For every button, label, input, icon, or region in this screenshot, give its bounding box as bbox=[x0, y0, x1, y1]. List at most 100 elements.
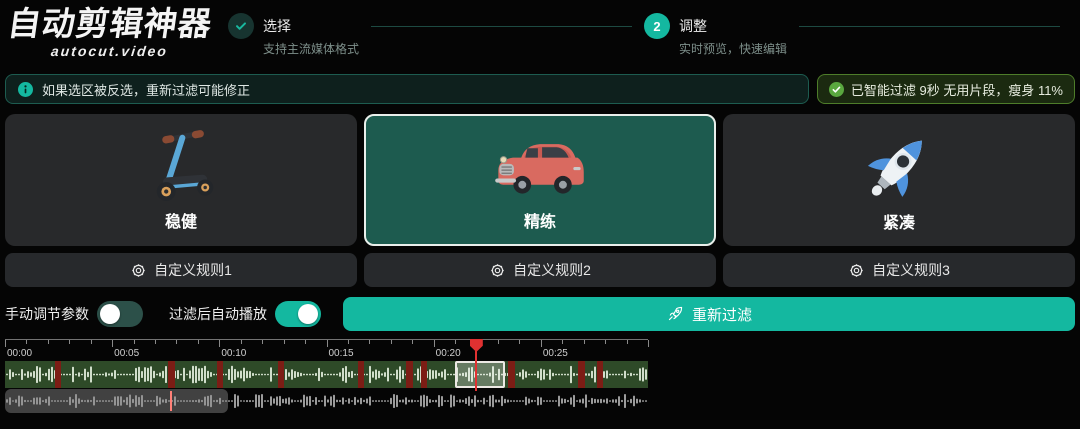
step-2-label: 调整 bbox=[679, 18, 707, 34]
preset-card-compact[interactable]: 紧凑 bbox=[723, 114, 1075, 246]
ruler-tick-label: 00:10 bbox=[221, 348, 247, 359]
ruler-tick bbox=[540, 340, 542, 347]
ruler-tick-label: 00:25 bbox=[542, 348, 568, 359]
rule-label: 自定义规则2 bbox=[513, 262, 591, 278]
ruler-tick bbox=[519, 340, 521, 344]
step-2-number: 2 bbox=[644, 13, 670, 39]
step-1-sublabel: 支持主流媒体格式 bbox=[263, 42, 360, 56]
gear-icon bbox=[850, 263, 863, 277]
preset-label: 紧凑 bbox=[882, 215, 915, 232]
custom-rule-button-2[interactable]: 自定义规则2 bbox=[364, 253, 716, 287]
cut-segment bbox=[507, 361, 515, 388]
timeline-ruler[interactable]: 00:00 00:05 00:10 00:15 00:20 00:25 bbox=[5, 339, 649, 361]
rule-label: 自定义规则1 bbox=[154, 262, 232, 278]
cut-segment bbox=[278, 361, 285, 388]
ruler-tick bbox=[562, 340, 564, 344]
ruler-tick bbox=[5, 340, 6, 347]
overview-track[interactable] bbox=[5, 389, 648, 413]
cut-segment bbox=[577, 361, 585, 388]
notice-bar: 如果选区被反选，重新过滤可能修正 bbox=[5, 74, 809, 104]
info-row: 如果选区被反选，重新过滤可能修正 已智能过滤 9秒 无用片段，瘦身 11% bbox=[5, 74, 1075, 104]
step-indicator: 选择 支持主流媒体格式 2 调整 实时预览，快速编辑 bbox=[228, 6, 1072, 70]
manual-toggle[interactable] bbox=[97, 301, 143, 327]
preset-label: 精练 bbox=[523, 214, 556, 231]
playhead-line bbox=[475, 351, 478, 391]
manual-toggle-label: 手动调节参数 bbox=[5, 306, 89, 322]
custom-rule-button-3[interactable]: 自定义规则3 bbox=[723, 253, 1075, 287]
overview-playhead bbox=[170, 391, 173, 411]
refilter-button[interactable]: 重新过滤 bbox=[343, 297, 1075, 331]
ruler-tick bbox=[155, 340, 157, 344]
cut-segment bbox=[358, 361, 365, 388]
ruler-tick bbox=[412, 340, 414, 344]
ruler-tick bbox=[433, 340, 435, 347]
ruler-tick bbox=[390, 340, 392, 344]
ruler-tick-label: 00:20 bbox=[435, 348, 461, 359]
ruler-tick bbox=[133, 340, 135, 344]
rule-label: 自定义规则3 bbox=[872, 262, 950, 278]
autoplay-toggle-group: 过滤后自动播放 bbox=[169, 301, 321, 327]
ruler-tick bbox=[305, 340, 307, 344]
toggle-knob bbox=[298, 304, 318, 324]
ruler-tick-label: 00:05 bbox=[114, 348, 140, 359]
header: 自动剪辑神器 autocut.video 选择 支持主流媒体格式 2 调整 实时… bbox=[0, 0, 1080, 70]
preset-card-refined[interactable]: 精练 bbox=[364, 114, 716, 246]
ruler-tick bbox=[626, 340, 628, 344]
ruler-tick bbox=[583, 340, 585, 344]
cut-segment bbox=[55, 361, 62, 388]
cut-segment bbox=[421, 361, 428, 388]
gear-icon bbox=[132, 263, 145, 277]
custom-rule-button-1[interactable]: 自定义规则1 bbox=[5, 253, 357, 287]
status-text: 已智能过滤 9秒 无用片段，瘦身 11% bbox=[850, 82, 1063, 98]
ruler-tick bbox=[605, 340, 607, 344]
status-badge: 已智能过滤 9秒 无用片段，瘦身 11% bbox=[816, 74, 1075, 104]
ruler-tick-label: 00:15 bbox=[328, 348, 354, 359]
preset-card-steady[interactable]: 稳健 bbox=[5, 114, 357, 246]
ruler-tick bbox=[283, 340, 285, 344]
ruler-tick bbox=[648, 340, 649, 347]
step-2: 2 调整 实时预览，快速编辑 bbox=[644, 13, 787, 57]
refilter-label: 重新过滤 bbox=[691, 306, 752, 324]
overview-selection[interactable] bbox=[5, 389, 229, 413]
cut-segment bbox=[168, 361, 176, 388]
toggle-knob bbox=[100, 304, 120, 324]
step-connector-line bbox=[371, 26, 632, 27]
app-window: 自动剪辑神器 autocut.video 选择 支持主流媒体格式 2 调整 实时… bbox=[0, 0, 1080, 429]
cut-segment bbox=[406, 361, 414, 388]
ruler-tick bbox=[90, 340, 92, 344]
waveform bbox=[6, 365, 647, 384]
gear-icon bbox=[491, 263, 504, 277]
ruler-tick-label: 00:00 bbox=[7, 348, 33, 359]
notice-text: 如果选区被反选，重新过滤可能修正 bbox=[42, 82, 251, 98]
ruler-tick bbox=[26, 340, 28, 344]
preset-label: 稳健 bbox=[164, 214, 197, 231]
preset-cards: 稳健 精练 紧凑 bbox=[5, 114, 1075, 246]
step-trailing-line bbox=[799, 26, 1060, 27]
controls-row: 手动调节参数 过滤后自动播放 重新过滤 bbox=[5, 297, 1075, 331]
segment-selection-box[interactable] bbox=[455, 361, 506, 388]
app-subtitle: autocut.video bbox=[50, 43, 170, 60]
cut-segment bbox=[597, 361, 604, 388]
cut-segment bbox=[217, 361, 224, 388]
rocket-icon bbox=[867, 140, 922, 197]
ruler-tick bbox=[347, 340, 349, 344]
ruler-tick bbox=[262, 340, 264, 344]
custom-rules: 自定义规则1 自定义规则2 自定义规则3 bbox=[5, 253, 1075, 287]
autoplay-toggle[interactable] bbox=[275, 301, 321, 327]
step-2-sublabel: 实时预览，快速编辑 bbox=[679, 42, 788, 56]
rocket-outline-icon bbox=[666, 305, 684, 323]
waveform-track[interactable] bbox=[5, 361, 648, 388]
logo: 自动剪辑神器 autocut.video bbox=[5, 5, 215, 70]
info-icon bbox=[18, 81, 33, 97]
autoplay-toggle-label: 过滤后自动播放 bbox=[169, 306, 267, 322]
step-1-check-icon bbox=[228, 13, 254, 39]
car-icon bbox=[495, 144, 584, 194]
status-check-icon bbox=[828, 81, 844, 97]
step-1: 选择 支持主流媒体格式 bbox=[228, 13, 359, 57]
ruler-tick bbox=[47, 340, 49, 344]
app-title: 自动剪辑神器 bbox=[5, 5, 215, 42]
scooter-icon bbox=[156, 130, 214, 201]
ruler-tick bbox=[112, 340, 114, 347]
ruler-tick bbox=[219, 340, 221, 347]
ruler-tick bbox=[197, 340, 199, 344]
